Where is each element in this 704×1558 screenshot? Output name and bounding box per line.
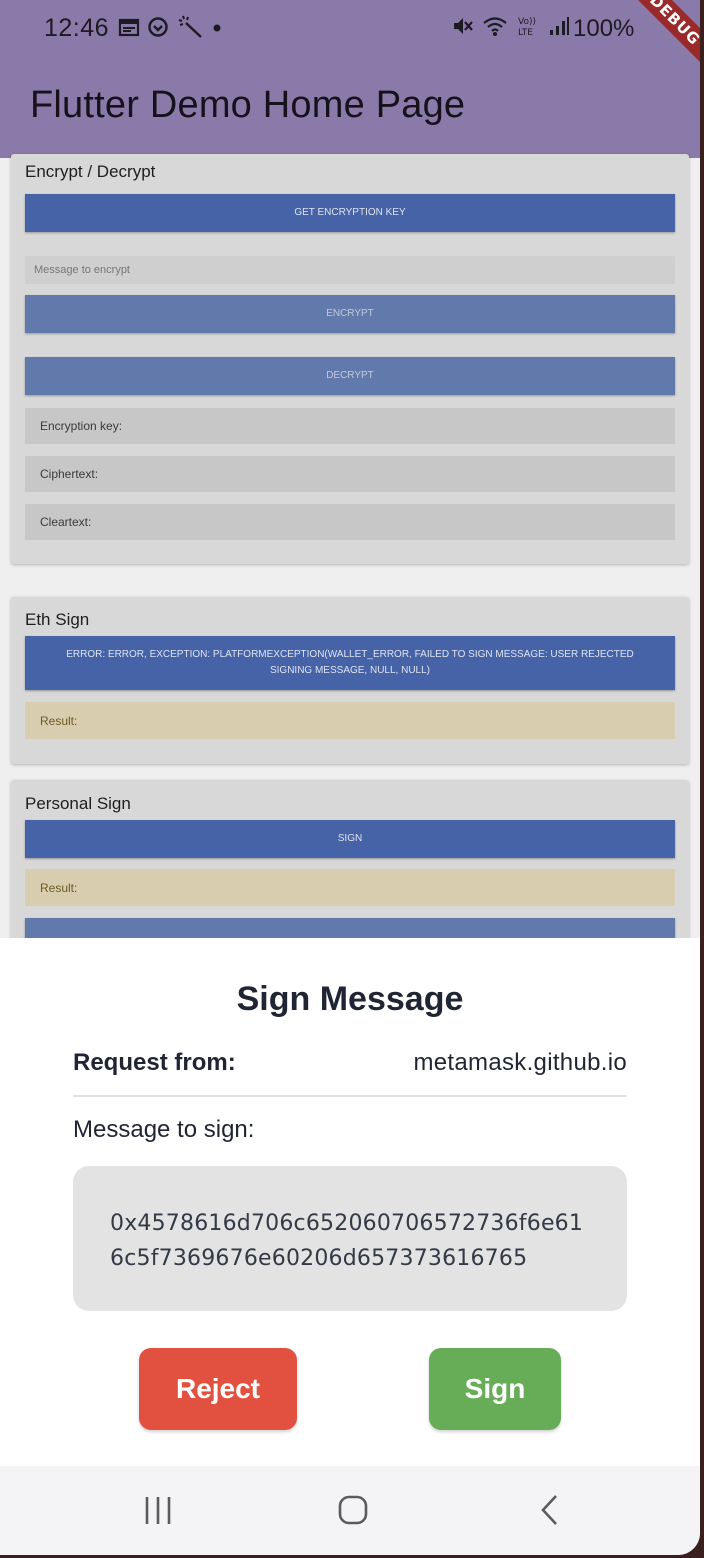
navigation-bar	[0, 1466, 700, 1555]
calendar-icon	[118, 18, 140, 37]
mute-icon	[454, 18, 473, 34]
card-title: Encrypt / Decrypt	[25, 162, 156, 181]
divider	[73, 1095, 627, 1097]
message-box: 0x4578616d706c652060706572736f6e616c5f73…	[73, 1166, 627, 1311]
sign-button[interactable]: Sign	[429, 1348, 561, 1430]
personal-sign-button[interactable]: SIGN	[25, 820, 675, 858]
card-title: Personal Sign	[25, 794, 131, 813]
wifi-icon	[483, 17, 507, 36]
decrypt-button[interactable]: DECRYPT	[25, 357, 675, 395]
message-text: 0x4578616d706c652060706572736f6e616c5f73…	[110, 1211, 584, 1271]
sheet-title: Sign Message	[236, 980, 464, 1018]
smart-view-icon	[148, 17, 168, 37]
sign-message-sheet: Sign Message Request from: metamask.gith…	[0, 938, 700, 1466]
main-content: Encrypt / Decrypt GET ENCRYPTION KEY Mes…	[0, 154, 700, 956]
home-icon[interactable]	[337, 1494, 369, 1526]
signal-icon	[550, 17, 569, 35]
dot-icon	[213, 24, 221, 32]
get-encryption-key-button[interactable]: GET ENCRYPTION KEY	[25, 194, 675, 232]
encrypt-decrypt-card: Encrypt / Decrypt GET ENCRYPTION KEY Mes…	[11, 154, 689, 564]
page-title: Flutter Demo Home Page	[30, 84, 466, 126]
ciphertext-field: Ciphertext:	[25, 456, 675, 492]
card-title: Eth Sign	[25, 610, 90, 629]
eth-sign-button[interactable]: ERROR: ERROR, EXCEPTION: PLATFORMEXCEPTI…	[25, 636, 675, 690]
reject-button[interactable]: Reject	[139, 1348, 297, 1430]
back-icon[interactable]	[535, 1494, 567, 1526]
app-bar: 12:46 Vo)) LTE 100% Flutter Demo Home Pa…	[0, 0, 700, 158]
battery-percentage: 100%	[573, 15, 635, 42]
recent-apps-icon[interactable]	[143, 1494, 175, 1526]
status-time: 12:46	[44, 14, 110, 42]
message-to-sign-label: Message to sign:	[73, 1116, 255, 1143]
request-from-value: metamask.github.io	[413, 1049, 627, 1076]
phone-screen: 12:46 Vo)) LTE 100% Flutter Demo Home Pa…	[0, 0, 700, 1555]
svg-text:LTE: LTE	[518, 28, 533, 37]
cleartext-field: Cleartext:	[25, 504, 675, 540]
message-to-encrypt-input[interactable]: Message to encrypt	[25, 256, 675, 284]
personal-sign-card: Personal Sign SIGN Result: VERIFY	[11, 780, 689, 956]
system-icons: Vo)) LTE	[452, 15, 570, 37]
svg-text:Vo)): Vo))	[518, 17, 536, 27]
notification-icons	[118, 15, 223, 39]
status-bar: 12:46 Vo)) LTE 100%	[0, 0, 700, 60]
volte-icon: Vo)) LTE	[518, 17, 536, 37]
eth-sign-card: Eth Sign ERROR: ERROR, EXCEPTION: PLATFO…	[11, 597, 689, 764]
personal-sign-result-field: Result:	[25, 869, 675, 906]
eth-sign-result-field: Result:	[25, 702, 675, 739]
encrypt-button[interactable]: ENCRYPT	[25, 295, 675, 333]
encryption-key-field: Encryption key:	[25, 408, 675, 444]
magic-wand-icon	[178, 15, 202, 38]
request-from-label: Request from:	[73, 1049, 236, 1076]
